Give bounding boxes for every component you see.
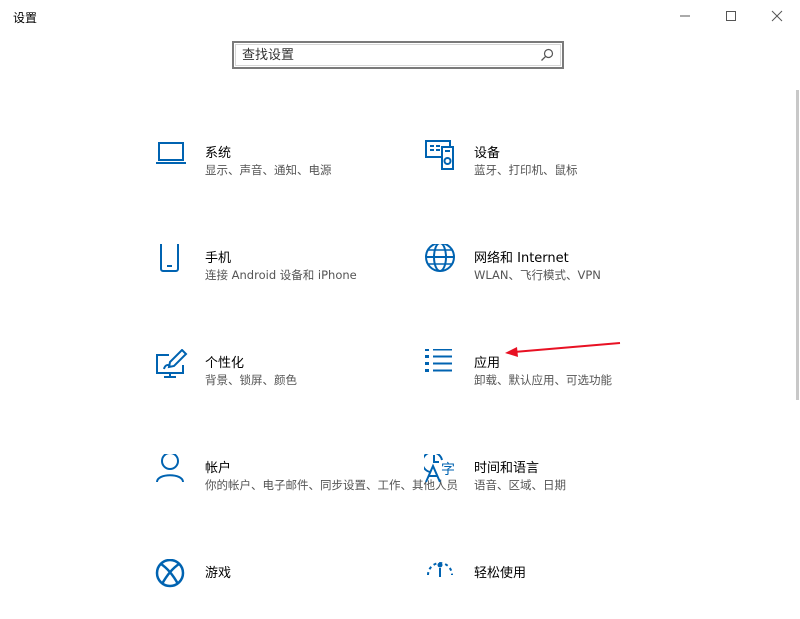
personalization-icon (156, 349, 188, 378)
svg-text:字: 字 (441, 462, 455, 478)
tile-name: 应用 (474, 356, 501, 371)
search-icon[interactable] (540, 48, 554, 62)
close-button[interactable] (754, 0, 800, 32)
phone-icon (160, 244, 179, 272)
tile-description: 显示、声音、通知、电源 (205, 163, 332, 177)
close-icon (771, 10, 783, 22)
tile-devices[interactable]: 设备 蓝牙、打印机、鼠标 (424, 139, 684, 199)
tile-system[interactable]: 系统 显示、声音、通知、电源 (155, 139, 415, 199)
tile-phone[interactable]: 手机 连接 Android 设备和 iPhone (155, 244, 415, 304)
tile-description: 卸载、默认应用、可选功能 (474, 373, 612, 387)
tile-gaming[interactable]: 游戏 (155, 559, 415, 619)
tile-name: 时间和语言 (474, 461, 540, 476)
tile-apps[interactable]: 应用 卸载、默认应用、可选功能 (424, 349, 684, 409)
tile-name: 个性化 (205, 356, 245, 371)
window-title: 设置 (13, 11, 38, 25)
tile-name: 系统 (205, 146, 232, 161)
search-box[interactable] (232, 41, 564, 69)
tile-personalization[interactable]: 个性化 背景、锁屏、颜色 (155, 349, 415, 409)
globe-icon (425, 244, 455, 272)
tile-description: 背景、锁屏、颜色 (205, 373, 297, 387)
title-bar: 设置 (0, 0, 800, 32)
tile-description: 语音、区域、日期 (474, 478, 566, 492)
tile-name: 游戏 (205, 566, 232, 581)
tile-time-language[interactable]: 字 时间和语言 语音、区域、日期 (424, 454, 684, 514)
search-input[interactable] (242, 46, 532, 64)
xbox-icon (155, 559, 185, 588)
tile-name: 网络和 Internet (474, 251, 569, 266)
person-icon (156, 454, 184, 483)
tile-accounts[interactable]: 帐户 你的帐户、电子邮件、同步设置、工作、其他人员 (155, 454, 458, 514)
laptop-icon (156, 142, 186, 164)
ease-of-access-icon (427, 562, 453, 577)
annotation-arrow (505, 342, 621, 357)
scrollbar[interactable] (796, 90, 799, 400)
tile-name: 设备 (474, 146, 501, 161)
maximize-button[interactable] (708, 0, 754, 32)
tile-name: 手机 (205, 251, 232, 266)
tile-description: 你的帐户、电子邮件、同步设置、工作、其他人员 (205, 478, 458, 492)
tile-description: 连接 Android 设备和 iPhone (205, 268, 357, 282)
minimize-button[interactable] (662, 0, 708, 32)
minimize-icon (680, 15, 690, 17)
tile-name: 轻松使用 (474, 566, 527, 581)
tile-description: 蓝牙、打印机、鼠标 (474, 163, 578, 177)
time-language-icon: 字 (424, 454, 455, 483)
apps-list-icon (425, 349, 452, 372)
tile-network[interactable]: 网络和 Internet WLAN、飞行模式、VPN (424, 244, 684, 304)
tile-description: WLAN、飞行模式、VPN (474, 268, 601, 282)
tile-ease-of-access[interactable]: 轻松使用 (424, 559, 684, 619)
tile-name: 帐户 (205, 461, 232, 476)
maximize-icon (726, 11, 736, 21)
devices-icon (425, 140, 454, 170)
